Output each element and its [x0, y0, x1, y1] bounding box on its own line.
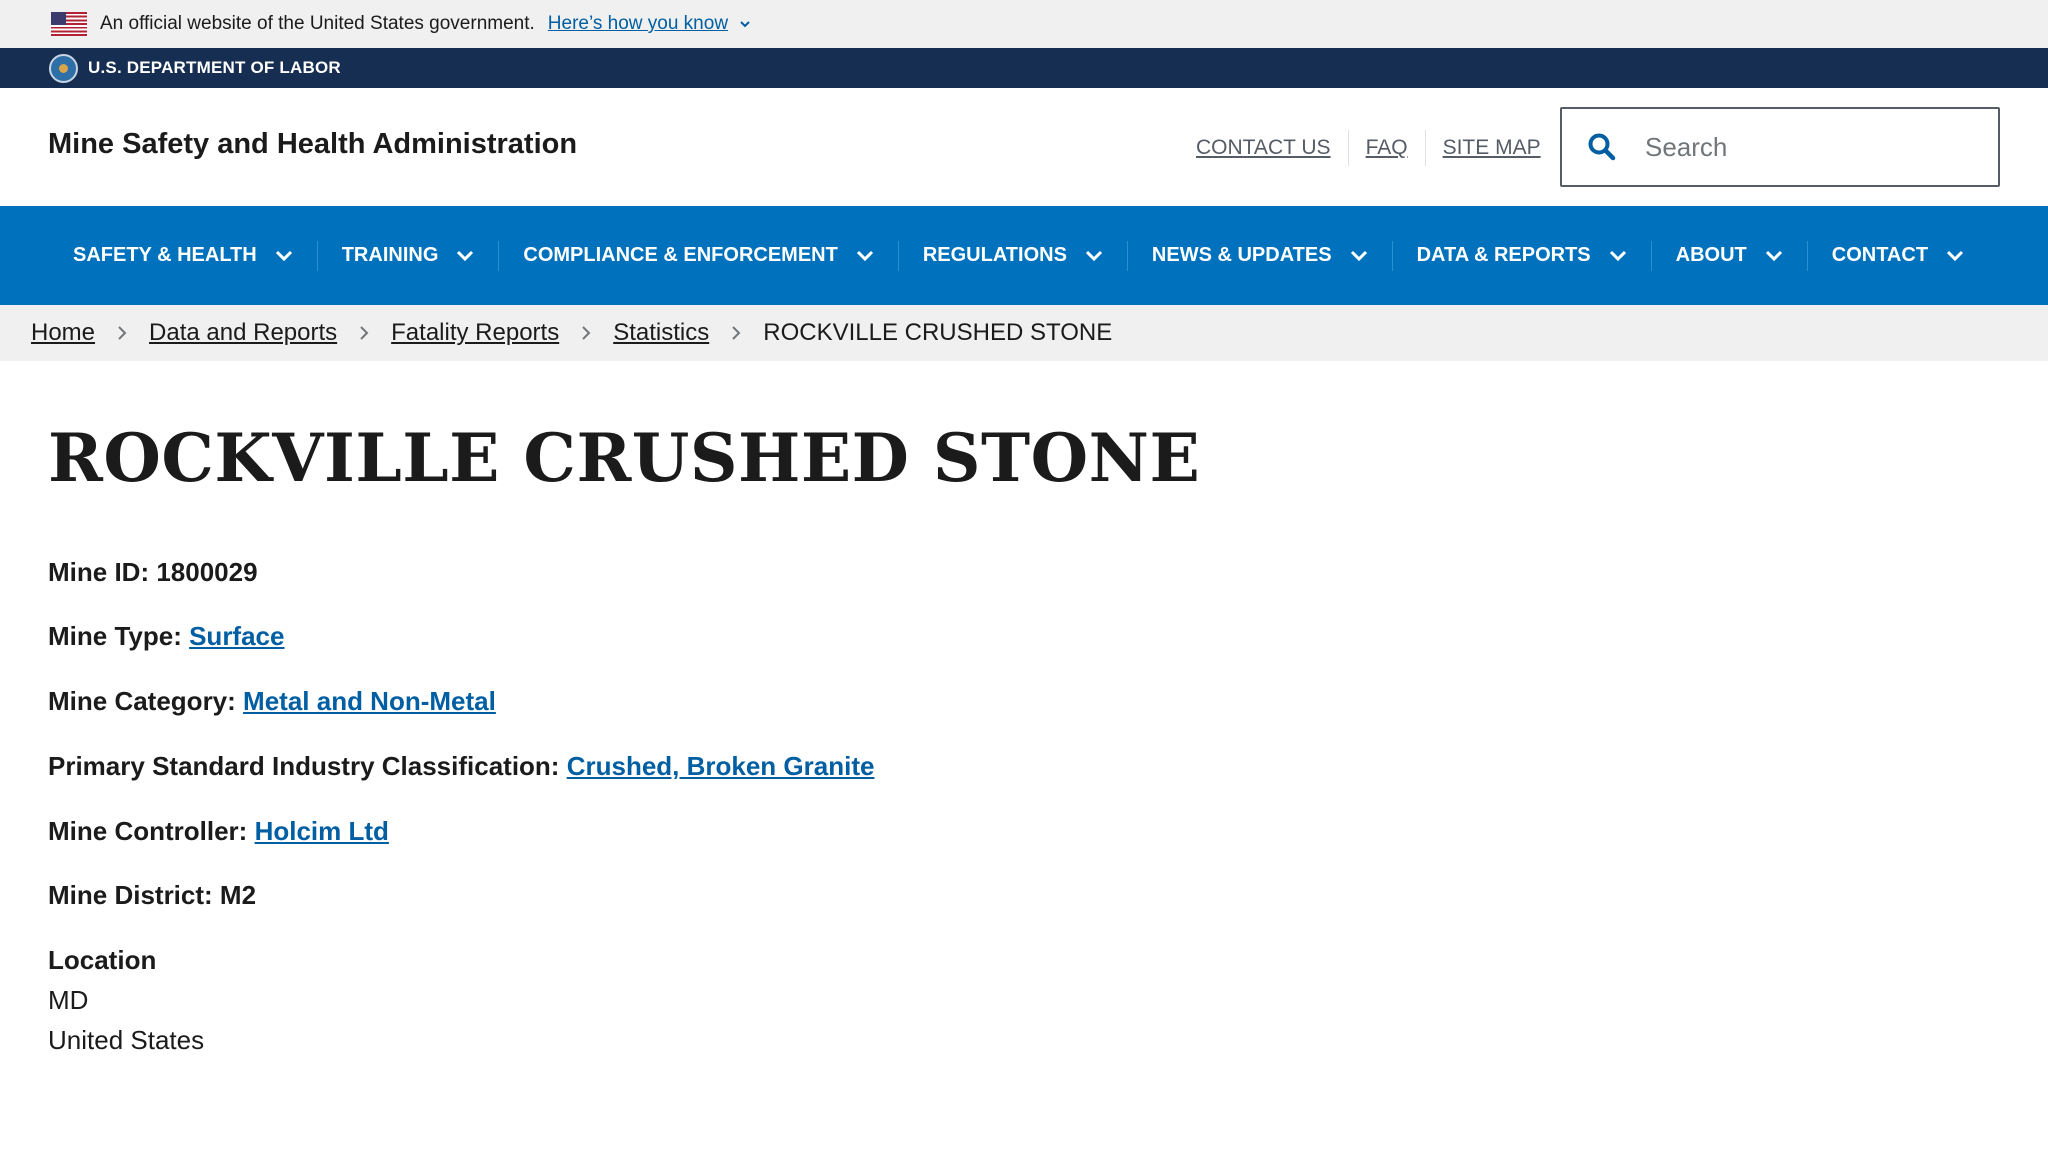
sic-row: Primary Standard Industry Classification… [48, 751, 874, 782]
utility-nav: CONTACT US FAQ SITE MAP [1196, 130, 1541, 166]
chevron-down-icon [1765, 250, 1782, 261]
controller-label: Mine Controller: [48, 816, 248, 846]
location-heading: Location [48, 945, 157, 975]
district-label: Mine District: [48, 880, 213, 910]
search-input[interactable] [1645, 131, 1985, 163]
chevron-down-icon [740, 21, 750, 28]
location-country: United States [48, 1025, 205, 1055]
breadcrumb-fatality-reports[interactable]: Fatality Reports [391, 319, 559, 347]
nav-label: REGULATIONS [922, 244, 1067, 266]
nav-safety-health[interactable]: SAFETY & HEALTH [49, 241, 317, 271]
nav-training[interactable]: TRAINING [316, 240, 499, 271]
mine-id-label: Mine ID: [48, 557, 150, 587]
mine-type-label: Mine Type: [48, 621, 182, 651]
chevron-down-icon [1946, 250, 1964, 261]
divider [1424, 130, 1426, 166]
district-row: Mine District: M2 [48, 880, 256, 911]
mine-category-row: Mine Category: Metal and Non-Metal [48, 686, 496, 717]
sic-link[interactable]: Crushed, Broken Granite [567, 751, 875, 781]
nav-data-reports[interactable]: DATA & REPORTS [1391, 240, 1651, 271]
nav-label: COMPLIANCE & ENFORCEMENT [523, 244, 838, 266]
chevron-right-icon [582, 326, 591, 340]
sic-label: Primary Standard Industry Classification… [48, 751, 560, 781]
gov-banner: An official website of the United States… [0, 0, 2048, 48]
district-value: M2 [219, 880, 257, 910]
heres-how-you-know-link[interactable]: Here’s how you know [548, 13, 752, 35]
chevron-right-icon [118, 326, 127, 340]
mine-type-link[interactable]: Surface [189, 621, 284, 651]
chevron-down-icon [1085, 250, 1102, 261]
nav-about[interactable]: ABOUT [1650, 240, 1807, 271]
chevron-right-icon [360, 326, 369, 340]
site-map-link[interactable]: SITE MAP [1443, 136, 1541, 160]
contact-us-link[interactable]: CONTACT US [1196, 136, 1331, 160]
us-flag-icon [51, 12, 87, 36]
nav-label: CONTACT [1831, 244, 1929, 266]
nav-label: NEWS & UPDATES [1151, 244, 1332, 266]
dol-seal-icon [49, 53, 78, 83]
mine-type-row: Mine Type: Surface [48, 621, 284, 652]
breadcrumb-statistics[interactable]: Statistics [613, 319, 709, 347]
main-nav: SAFETY & HEALTH TRAINING COMPLIANCE & EN… [0, 206, 2048, 305]
breadcrumb-home[interactable]: Home [31, 319, 95, 347]
nav-contact[interactable]: CONTACT [1806, 240, 1988, 271]
chevron-down-icon [1350, 250, 1367, 261]
search-box[interactable] [1560, 107, 2000, 187]
nav-label: SAFETY & HEALTH [73, 244, 257, 266]
mine-category-label: Mine Category: [48, 686, 236, 716]
divider [1347, 130, 1349, 166]
breadcrumb: Home Data and Reports Fatality Reports S… [0, 305, 2048, 361]
search-icon[interactable] [1587, 132, 1617, 162]
chevron-down-icon [275, 250, 292, 261]
nav-label: TRAINING [341, 244, 439, 266]
site-header: Mine Safety and Health Administration CO… [0, 88, 2048, 206]
breadcrumb-data-and-reports[interactable]: Data and Reports [149, 319, 337, 347]
nav-label: ABOUT [1675, 244, 1747, 266]
chevron-down-icon [1609, 250, 1626, 261]
agency-name[interactable]: U.S. DEPARTMENT OF LABOR [88, 58, 341, 78]
chevron-down-icon [856, 250, 873, 261]
main-content: ROCKVILLE CRUSHED STONE [0, 419, 2048, 497]
breadcrumb-current: ROCKVILLE CRUSHED STONE [763, 319, 1113, 346]
heres-how-you-know-label: Here’s how you know [547, 13, 729, 34]
page-title: ROCKVILLE CRUSHED STONE [48, 419, 1201, 497]
chevron-down-icon [457, 250, 474, 261]
nav-news-updates[interactable]: NEWS & UPDATES [1126, 240, 1392, 271]
controller-link[interactable]: Holcim Ltd [255, 816, 389, 846]
nav-label: DATA & REPORTS [1416, 244, 1591, 266]
site-title[interactable]: Mine Safety and Health Administration [48, 128, 577, 161]
mine-id-row: Mine ID: 1800029 [48, 557, 258, 588]
faq-link[interactable]: FAQ [1366, 136, 1408, 160]
mine-id-value: 1800029 [156, 557, 258, 587]
chevron-right-icon [732, 326, 741, 340]
nav-regulations[interactable]: REGULATIONS [897, 240, 1127, 271]
controller-row: Mine Controller: Holcim Ltd [48, 816, 389, 847]
location-state: MD [48, 985, 89, 1015]
agency-bar: U.S. DEPARTMENT OF LABOR [0, 48, 2048, 88]
gov-banner-text: An official website of the United States… [100, 13, 535, 34]
mine-category-link[interactable]: Metal and Non-Metal [243, 686, 496, 716]
nav-compliance-enforcement[interactable]: COMPLIANCE & ENFORCEMENT [498, 240, 897, 271]
